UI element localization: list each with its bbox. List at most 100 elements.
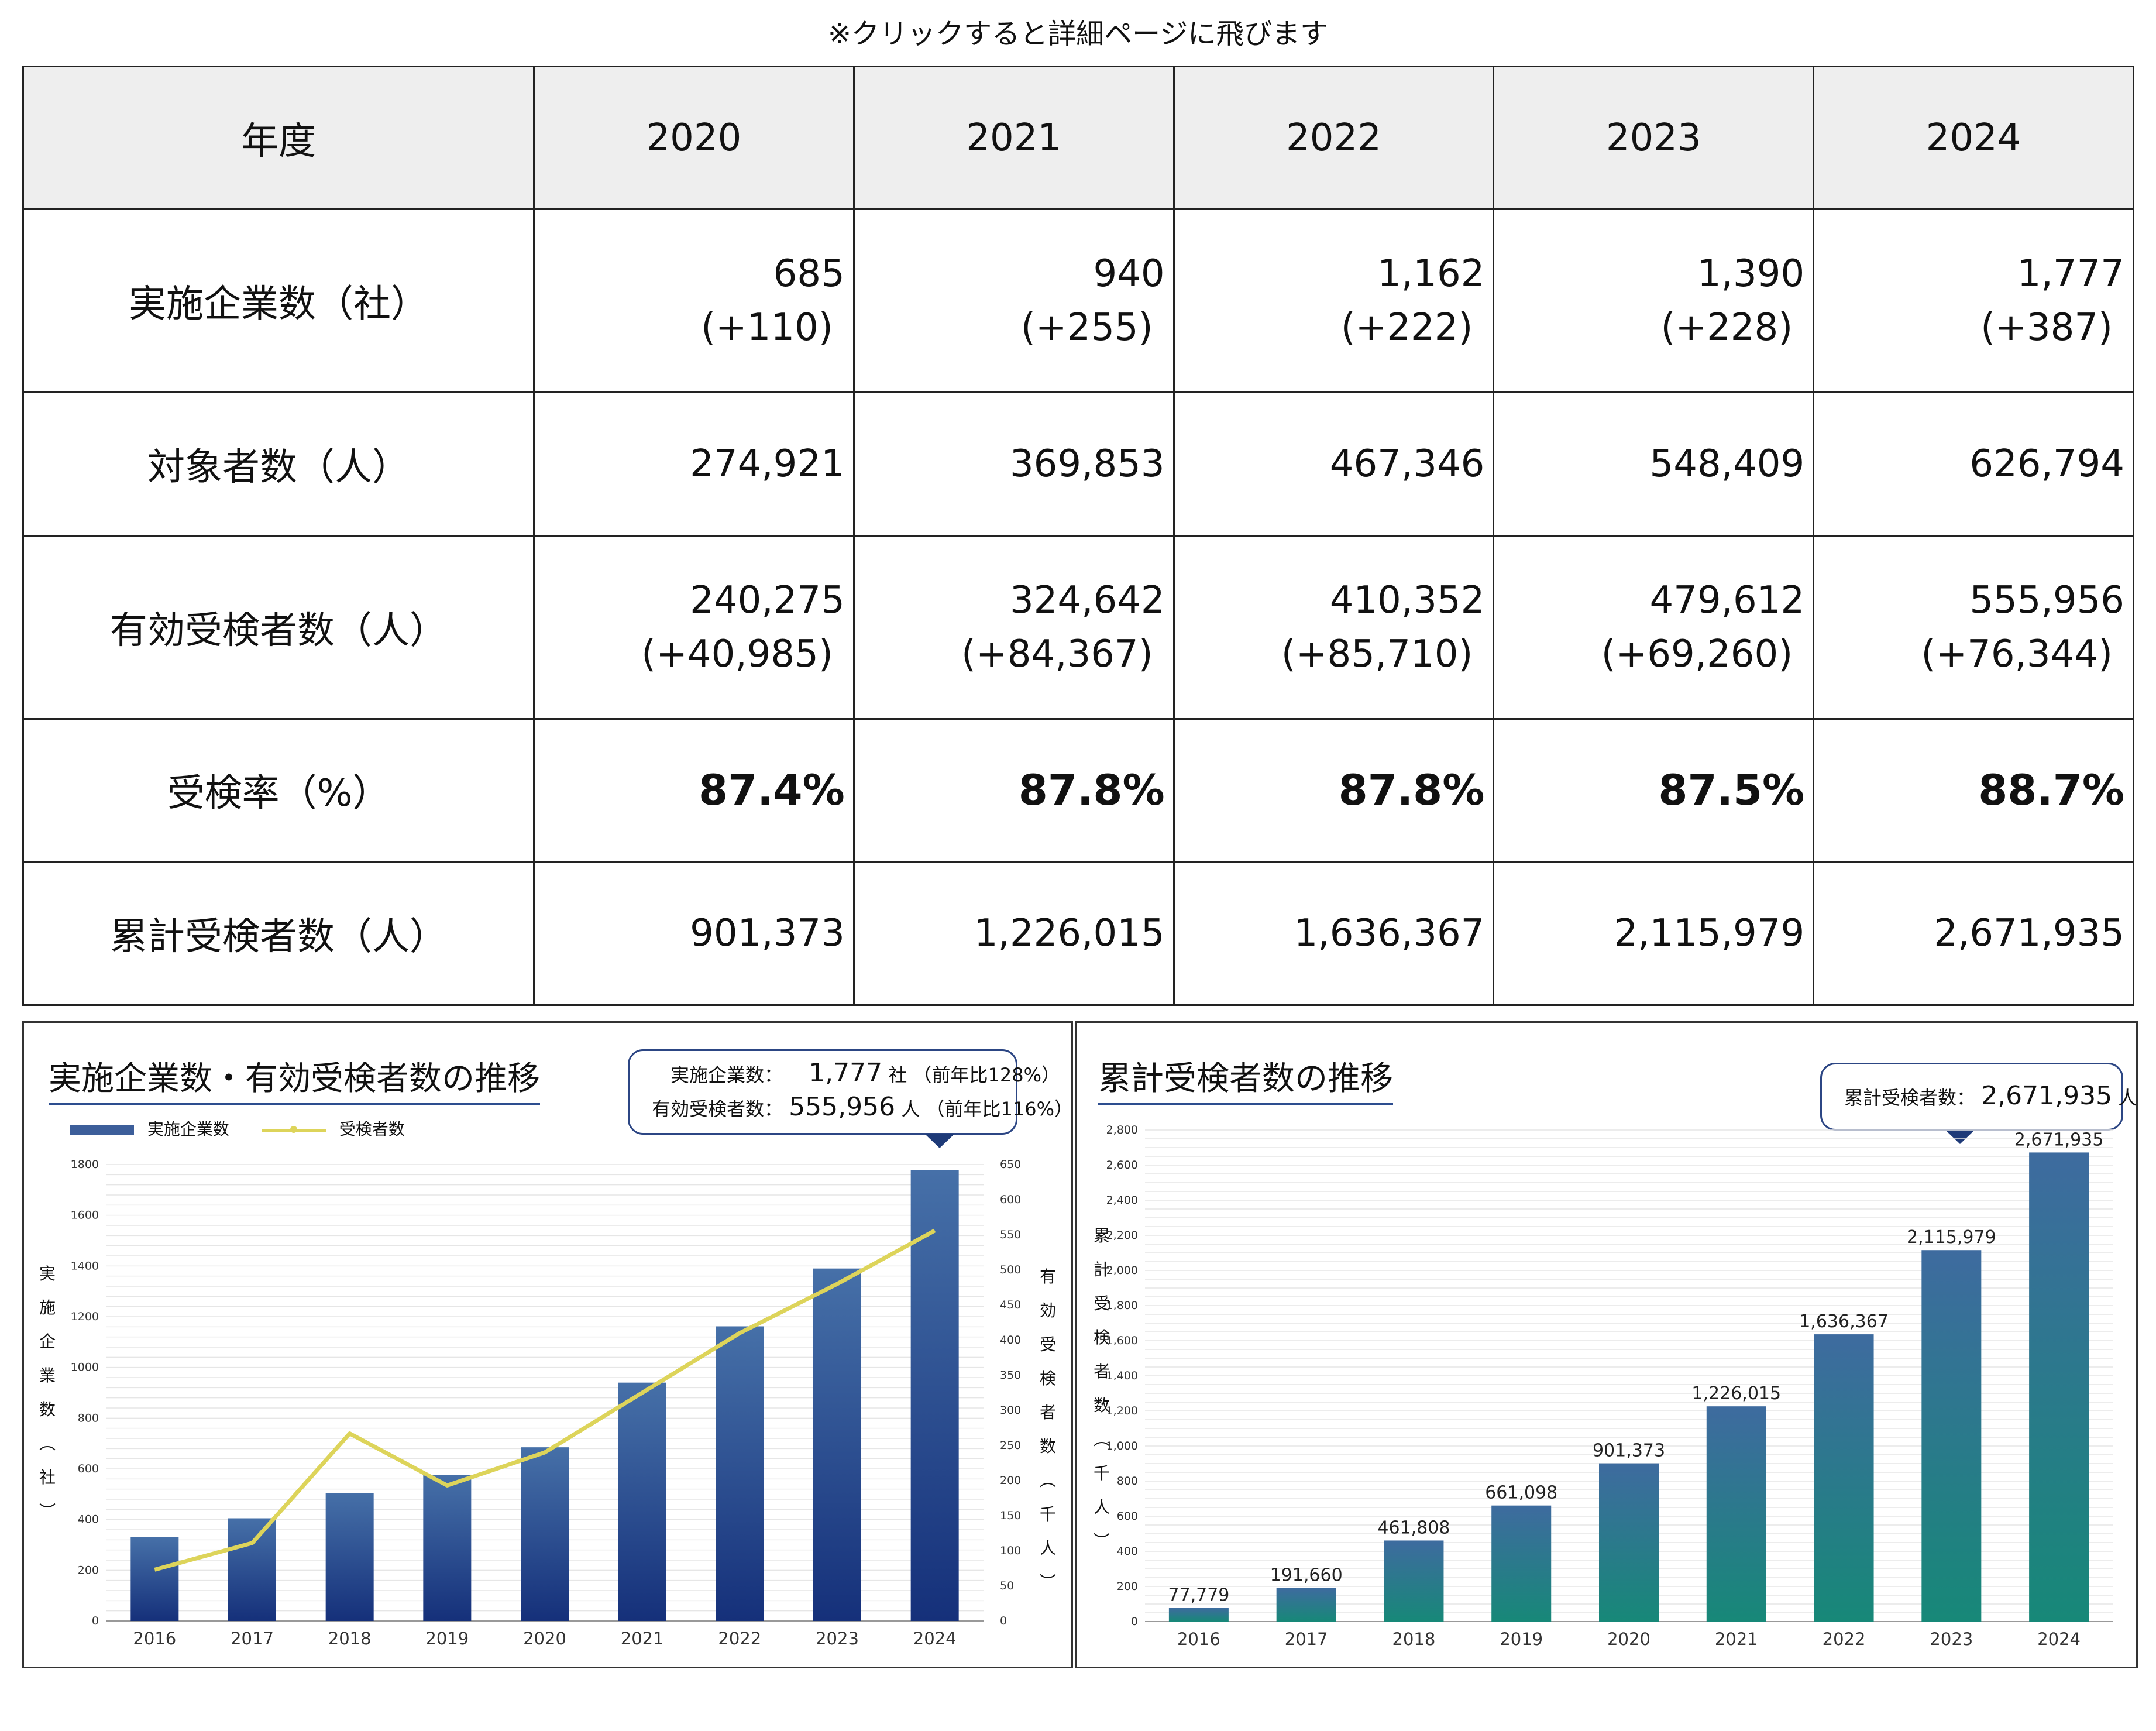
- y-tick-label: 2,800: [1106, 1124, 1138, 1136]
- table-cell: 88.7%: [1813, 717, 2134, 863]
- cell-value: 1,226,015: [974, 912, 1165, 956]
- left-y-tick-label: 1800: [71, 1158, 99, 1171]
- cell-change: (+222): [1340, 305, 1473, 349]
- row-label: 実施企業数（社）: [22, 208, 535, 393]
- cell-value: 626,794: [1969, 442, 2124, 486]
- cell-value: 940: [1093, 252, 1165, 296]
- cell-value: 87.4%: [699, 765, 845, 815]
- right-y-tick-label: 250: [1000, 1439, 1021, 1452]
- left-y-tick-label: 600: [78, 1462, 99, 1475]
- y-tick-label: 1,800: [1106, 1299, 1138, 1312]
- right-y-tick-label: 500: [1000, 1263, 1021, 1276]
- x-tick-label: 2018: [328, 1629, 372, 1648]
- data-label: 191,660: [1270, 1565, 1343, 1586]
- cell-change: (+387): [1980, 305, 2113, 349]
- x-tick-label: 2016: [1177, 1629, 1220, 1649]
- cell-value: 274,921: [690, 442, 845, 486]
- y-tick-label: 400: [1117, 1545, 1138, 1558]
- cell-change: (+69,260): [1601, 632, 1793, 676]
- table-cell: 901,373: [533, 861, 855, 1006]
- bar-companies-2022: [716, 1326, 764, 1621]
- cell-value: 555,956: [1969, 578, 2124, 622]
- left-y-tick-label: 1200: [71, 1310, 99, 1323]
- bar-cumulative-2018: [1384, 1540, 1444, 1622]
- header-2023[interactable]: 2023: [1493, 66, 1815, 210]
- table-cell: 479,612 (+69,260): [1493, 534, 1815, 720]
- y-tick-label: 0: [1131, 1615, 1138, 1628]
- bar-cumulative-2020: [1599, 1463, 1659, 1622]
- y-tick-label: 1,000: [1106, 1440, 1138, 1452]
- left-y-tick-label: 0: [92, 1615, 99, 1627]
- table-cell: 685 (+110): [533, 208, 855, 393]
- cell-value: 1,636,367: [1294, 912, 1485, 956]
- right-y-tick-label: 400: [1000, 1334, 1021, 1347]
- header-2024[interactable]: 2024: [1813, 66, 2134, 210]
- bar-companies-2023: [813, 1268, 861, 1621]
- y-tick-label: 800: [1117, 1475, 1138, 1488]
- right-callout-pointer-icon: [1945, 1130, 1975, 1144]
- y-tick-label: 2,400: [1106, 1194, 1138, 1207]
- bar-cumulative-2024: [2029, 1152, 2089, 1622]
- cell-value: 2,115,979: [1614, 912, 1805, 956]
- data-label: 1,636,367: [1799, 1311, 1889, 1332]
- summary-table: 年度 2020 2021 2022 2023 2024 実施企業数（社） 685 (…: [22, 66, 2134, 1006]
- table-cell: 87.8%: [852, 717, 1175, 863]
- right-y-tick-label: 0: [1000, 1615, 1007, 1627]
- row-label: 有効受検者数（人）: [22, 534, 535, 720]
- right-y-tick-label: 150: [1000, 1509, 1021, 1522]
- table-cell: 369,853: [852, 391, 1175, 537]
- x-tick-label: 2020: [523, 1629, 566, 1648]
- bar-cumulative-2019: [1491, 1505, 1552, 1622]
- left-y-tick-label: 800: [78, 1411, 99, 1424]
- cell-value: 324,642: [1009, 578, 1165, 622]
- table-cell: 87.8%: [1172, 717, 1495, 863]
- x-tick-label: 2016: [133, 1629, 176, 1648]
- header-2021[interactable]: 2021: [852, 66, 1175, 210]
- x-tick-label: 2018: [1392, 1629, 1436, 1649]
- table-header-row: 年度 2020 2021 2022 2023 2024: [22, 66, 2134, 210]
- y-tick-label: 2,000: [1106, 1264, 1138, 1277]
- cell-value: 240,275: [690, 578, 845, 622]
- bar-companies-2017: [228, 1518, 276, 1621]
- right-chart-svg: 0 200 400 600 800 1,000 1,200 1,400 1,600 1,800 2,…: [1106, 1124, 2113, 1649]
- companies-row: 実施企業数（社） 685 (+110) 940 (+255) 1,162 (+222) 1,3…: [22, 208, 2134, 393]
- cell-change: (+85,710): [1281, 632, 1473, 676]
- cell-value: 479,612: [1649, 578, 1805, 622]
- table-cell: 1,390 (+228): [1493, 208, 1815, 393]
- rate-row: 受検率（%） 87.4% 87.8% 87.8% 87.5% 88.7%: [22, 717, 2134, 863]
- bar-cumulative-2021: [1706, 1406, 1766, 1622]
- table-cell: 940 (+255): [852, 208, 1175, 393]
- row-label: 対象者数（人）: [22, 391, 535, 537]
- cumulative-row: 累計受検者数（人） 901,373 1,226,015 1,636,367 2,115,…: [22, 861, 2134, 1006]
- x-tick-label: 2021: [621, 1629, 664, 1648]
- data-label: 901,373: [1593, 1441, 1665, 1461]
- right-y-tick-label: 100: [1000, 1544, 1021, 1557]
- y-tick-label: 2,600: [1106, 1159, 1138, 1172]
- bar-cumulative-2022: [1814, 1334, 1874, 1622]
- cumulative-chart-panel[interactable]: 累計受検者数の推移 累計受検者数： 2,671,935 人 累計受検者数 ︵ 千人 ︶…: [1075, 1021, 2138, 1668]
- header-2022[interactable]: 2022: [1172, 66, 1495, 210]
- left-chart-svg: 0 200 400 600 800 1000 1200 1400 1600 1800 0 50 100 1…: [71, 1134, 1021, 1648]
- bar-companies-2019: [423, 1475, 472, 1621]
- bar-companies-2020: [521, 1447, 569, 1621]
- companies-examinees-chart-panel[interactable]: 実施企業数・有効受検者数の推移 実施企業数： 1,777 社 （前年比128%）…: [22, 1021, 1073, 1668]
- cell-value: 685: [773, 252, 845, 296]
- right-y-tick-label: 50: [1000, 1579, 1014, 1592]
- bar-cumulative-2016: [1168, 1608, 1229, 1622]
- cell-value: 1,777: [2017, 252, 2124, 296]
- table-cell: 626,794: [1813, 391, 2134, 537]
- left-y-tick-label: 1400: [71, 1259, 99, 1272]
- y-tick-label: 1,200: [1106, 1404, 1138, 1417]
- bar-companies-2021: [618, 1382, 666, 1621]
- right-y-tick-label: 600: [1000, 1193, 1021, 1206]
- y-tick-label: 2,200: [1106, 1229, 1138, 1242]
- x-tick-label: 2021: [1715, 1629, 1758, 1649]
- cell-change: (+76,344): [1921, 632, 2113, 676]
- y-tick-label: 200: [1117, 1580, 1138, 1593]
- header-2020[interactable]: 2020: [533, 66, 855, 210]
- cell-value: 87.5%: [1658, 765, 1805, 815]
- header-year: 年度: [22, 66, 535, 210]
- right-y-tick-label: 200: [1000, 1474, 1021, 1487]
- click-note: ※クリックすると詳細ページに飛びます: [827, 18, 1329, 50]
- cell-value: 87.8%: [1338, 765, 1485, 815]
